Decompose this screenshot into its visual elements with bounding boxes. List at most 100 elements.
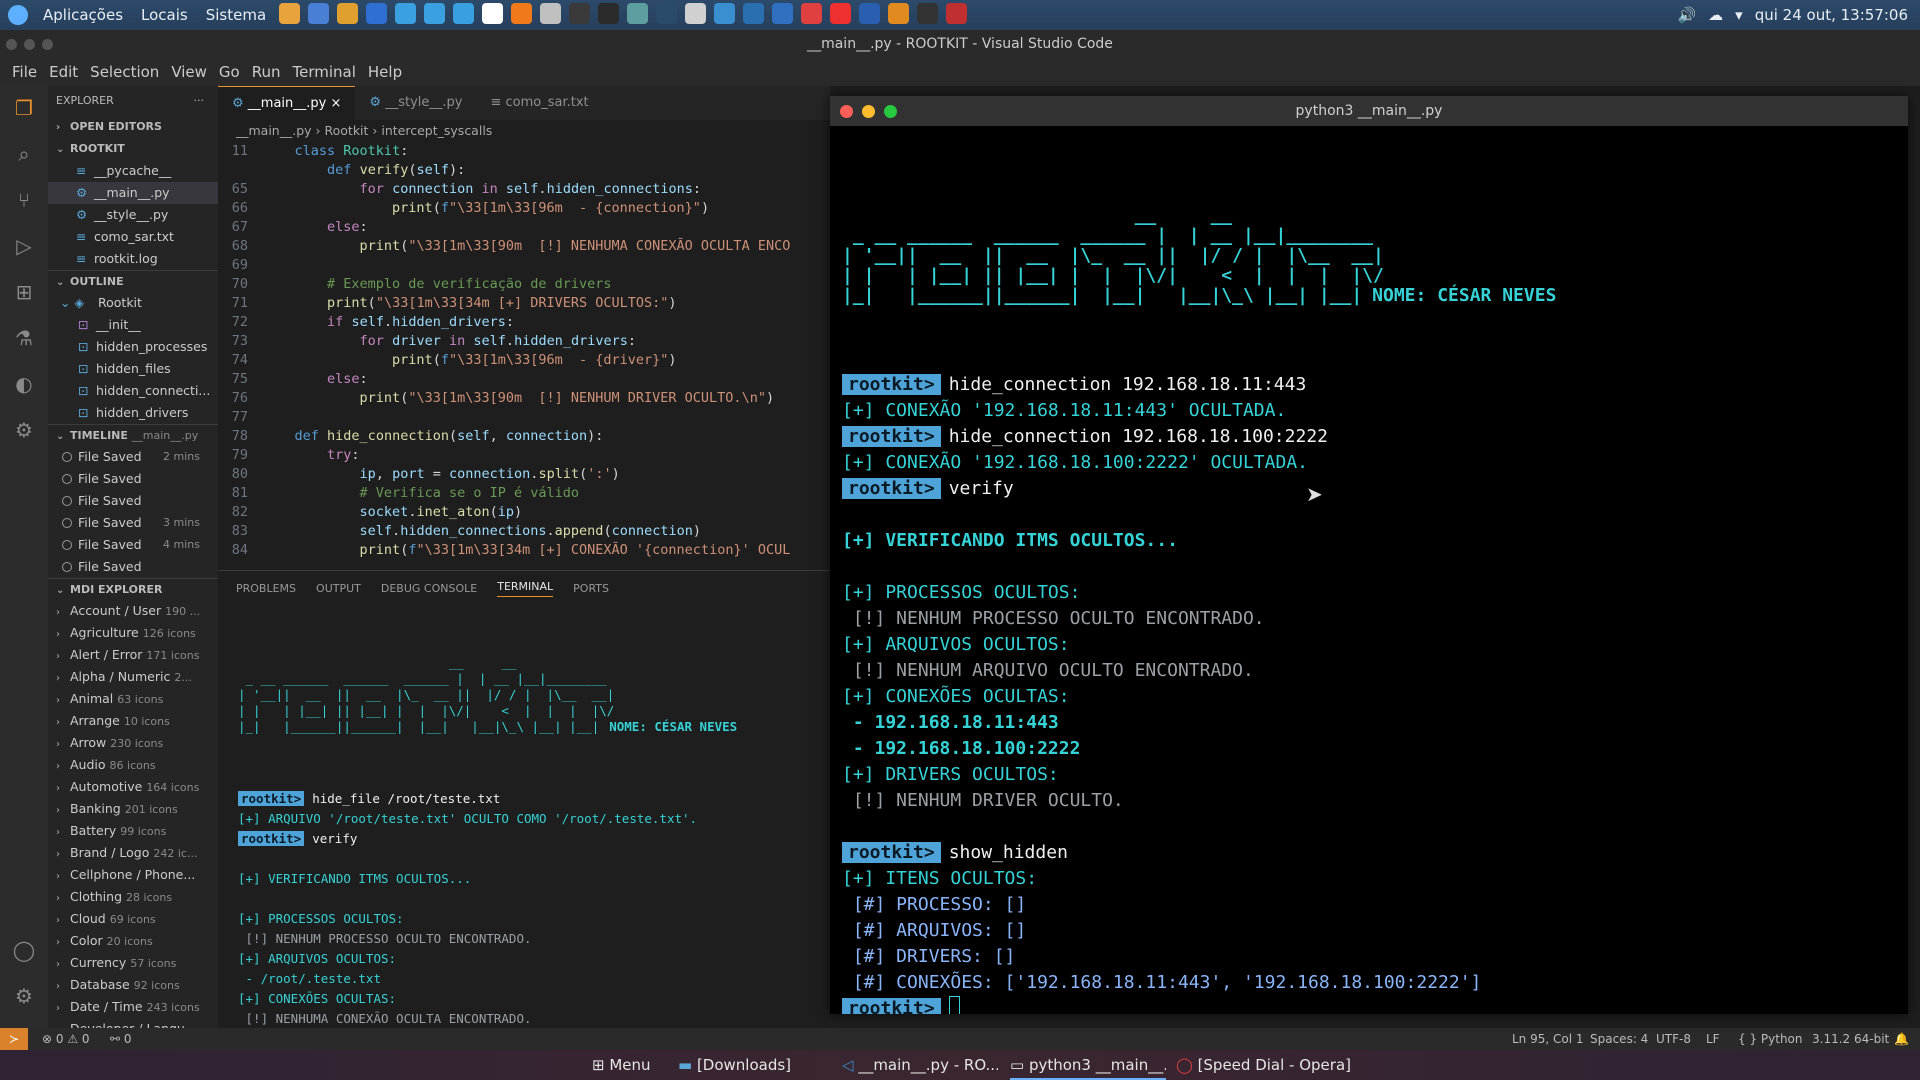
testing-icon[interactable]: ⚗ <box>12 326 36 350</box>
app-launcher-icon[interactable] <box>279 2 301 24</box>
app-launcher-icon[interactable] <box>424 2 446 24</box>
file-item[interactable]: ≡ rootkit.log <box>48 248 218 270</box>
network-icon[interactable]: ▾ <box>1735 6 1743 24</box>
explorer-icon[interactable]: ❐ <box>12 96 36 120</box>
app-launcher-icon[interactable] <box>627 2 649 24</box>
window-maximize-icon[interactable] <box>42 39 53 50</box>
integrated-terminal[interactable]: __ __ _ __ ______ ______ ______ | | __ |… <box>218 605 830 1028</box>
outline-item[interactable]: ⊡ __init__ <box>48 314 218 336</box>
rootkit-folder[interactable]: ⌄ ROOTKIT <box>48 138 218 160</box>
language-mode[interactable]: { } Python <box>1738 1028 1803 1050</box>
timeline-item[interactable]: File Saved 3 mins <box>48 512 218 534</box>
menu-edit[interactable]: Edit <box>43 63 84 81</box>
app-launcher-icon[interactable] <box>946 2 968 24</box>
mdi-category[interactable]: › Audio 86 icons <box>48 754 218 776</box>
timeline-item[interactable]: File Saved 4 mins <box>48 534 218 556</box>
mdi-category[interactable]: › Agriculture 126 icons <box>48 622 218 644</box>
app-launcher-icon[interactable] <box>453 2 475 24</box>
breadcrumb-class[interactable]: Rootkit <box>325 123 369 138</box>
clock[interactable]: qui 24 out, 13:57:06 <box>1755 6 1908 24</box>
panel-tab-debug-console[interactable]: DEBUG CONSOLE <box>381 582 477 595</box>
app-launcher-icon[interactable] <box>511 2 533 24</box>
mdi-category[interactable]: › Arrange 10 icons <box>48 710 218 732</box>
ports-count[interactable]: ⚯ 0 <box>110 1028 132 1050</box>
python-interpreter[interactable]: 3.11.2 64-bit <box>1812 1028 1889 1050</box>
minimize-window-icon[interactable] <box>862 105 875 118</box>
outline-item[interactable]: ⌄ ◈ Rootkit <box>48 292 218 314</box>
mdi-category[interactable]: › Arrow 230 icons <box>48 732 218 754</box>
window-minimize-icon[interactable] <box>24 39 35 50</box>
app-launcher-icon[interactable] <box>830 2 852 24</box>
mdi-category[interactable]: › Database 92 icons <box>48 974 218 996</box>
encoding[interactable]: UTF-8 <box>1656 1028 1691 1050</box>
app-launcher-icon[interactable] <box>801 2 823 24</box>
problems-count[interactable]: ⊗ 0 ⚠ 0 <box>42 1028 90 1050</box>
mdi-category[interactable]: › Alpha / Numeric 2... <box>48 666 218 688</box>
app-launcher-icon[interactable] <box>859 2 881 24</box>
taskbar-downloads[interactable]: ▬ [Downloads] <box>678 1050 828 1080</box>
remote-status-icon[interactable]: ≻ <box>0 1028 28 1050</box>
breadcrumb-file[interactable]: __main__.py <box>236 123 312 138</box>
taskbar-python-terminal[interactable]: ▭ python3 __main__.... <box>1010 1050 1166 1080</box>
outline-item[interactable]: ⊡ hidden_connecti... <box>48 380 218 402</box>
run-debug-icon[interactable]: ▷ <box>12 234 36 258</box>
cursor-position[interactable]: Ln 95, Col 1 <box>1512 1028 1584 1050</box>
app-launcher-icon[interactable] <box>569 2 591 24</box>
notifications-icon[interactable]: 🔔 <box>1894 1028 1909 1050</box>
menu-go[interactable]: Go <box>213 63 246 81</box>
app-launcher-icon[interactable] <box>482 2 504 24</box>
mdi-category[interactable]: › Currency 57 icons <box>48 952 218 974</box>
mdi-category[interactable]: › Alert / Error 171 icons <box>48 644 218 666</box>
mdi-category[interactable]: › Color 20 icons <box>48 930 218 952</box>
file-item[interactable]: ⚙ __main__.py <box>48 182 218 204</box>
app-launcher-icon[interactable] <box>656 2 678 24</box>
mdi-category[interactable]: › Automotive 164 icons <box>48 776 218 798</box>
system-logo-icon[interactable] <box>8 5 28 25</box>
timeline-item[interactable]: File Saved <box>48 490 218 512</box>
menu-run[interactable]: Run <box>246 63 287 81</box>
app-launcher-icon[interactable] <box>685 2 707 24</box>
outline-item[interactable]: ⊡ hidden_processes <box>48 336 218 358</box>
mdi-category[interactable]: › Banking 201 icons <box>48 798 218 820</box>
open-editors-section[interactable]: › OPEN EDITORS <box>48 116 218 138</box>
tab-close-icon[interactable]: × <box>331 96 342 111</box>
breadcrumb-method[interactable]: intercept_syscalls <box>381 123 492 138</box>
tab-style-py[interactable]: ⚙ __style__.py <box>355 86 476 120</box>
app-launcher-icon[interactable] <box>540 2 562 24</box>
menu-terminal[interactable]: Terminal <box>287 63 362 81</box>
panel-tab-terminal[interactable]: TERMINAL <box>497 580 554 597</box>
app-launcher-icon[interactable] <box>772 2 794 24</box>
mdi-category[interactable]: › Account / User 190 ... <box>48 600 218 622</box>
file-item[interactable]: ≡ __pycache__ <box>48 160 218 182</box>
app-launcher-icon[interactable] <box>917 2 939 24</box>
timeline-item[interactable]: File Saved <box>48 556 218 578</box>
cloud-icon[interactable]: ☁ <box>1708 6 1723 24</box>
app-launcher-icon[interactable] <box>743 2 765 24</box>
mdi-explorer-section[interactable]: ⌄ MDI EXPLORER <box>48 578 218 600</box>
eol[interactable]: LF <box>1706 1028 1720 1050</box>
app-launcher-icon[interactable] <box>395 2 417 24</box>
window-close-icon[interactable] <box>6 39 17 50</box>
taskbar-vscode[interactable]: ◁ __main__.py - RO... <box>842 1050 998 1080</box>
app-launcher-icon[interactable] <box>337 2 359 24</box>
panel-tab-output[interactable]: OUTPUT <box>316 582 361 595</box>
mdi-category[interactable]: › Brand / Logo 242 ic... <box>48 842 218 864</box>
app-launcher-icon[interactable] <box>308 2 330 24</box>
remote-icon[interactable]: ◐ <box>12 372 36 396</box>
indentation[interactable]: Spaces: 4 <box>1590 1028 1648 1050</box>
menu-locais[interactable]: Locais <box>132 6 197 24</box>
explorer-more-icon[interactable]: ··· <box>194 86 205 116</box>
terminal-body[interactable]: __ __ _ __ ______ ______ ______ | | __ |… <box>830 126 1908 1014</box>
code-editor[interactable]: 11 class Rootkit: def verify(self): 65 fo… <box>218 142 830 570</box>
tab-como-sar[interactable]: ≡ como_sar.txt <box>476 86 602 120</box>
timeline-item[interactable]: File Saved 2 mins <box>48 446 218 468</box>
source-control-icon[interactable]: ⑂ <box>12 188 36 212</box>
menu-aplicacoes[interactable]: Aplicações <box>34 6 132 24</box>
mdi-category[interactable]: › Cellphone / Phone... <box>48 864 218 886</box>
taskbar-opera[interactable]: ◯ [Speed Dial - Opera] <box>1176 1050 1376 1080</box>
app-launcher-icon[interactable] <box>888 2 910 24</box>
menu-view[interactable]: View <box>165 63 213 81</box>
mdi-category[interactable]: ›Developer / Langu... <box>48 1018 218 1028</box>
mdi-category[interactable]: › Cloud 69 icons <box>48 908 218 930</box>
outline-item[interactable]: ⊡ hidden_drivers <box>48 402 218 424</box>
